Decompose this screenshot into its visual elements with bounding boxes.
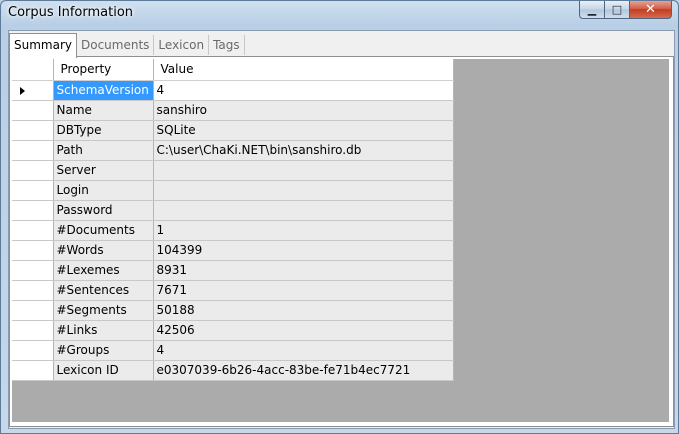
header-row: Property Value — [12, 59, 454, 81]
row-header[interactable] — [12, 300, 54, 321]
column-header-value[interactable]: Value — [153, 59, 454, 81]
row-header[interactable] — [12, 320, 54, 341]
table-row[interactable]: Lexicon ID e0307039-6b26-4acc-83be-fe71b4… — [12, 360, 454, 381]
row-header[interactable] — [12, 100, 54, 121]
grid-body: SchemaVersion 4 Name sanshiro DBType SQLite Pa… — [12, 80, 454, 381]
property-cell[interactable]: DBType — [53, 120, 154, 141]
table-row[interactable]: #Groups 4 — [12, 340, 454, 361]
property-cell[interactable]: SchemaVersion — [53, 80, 154, 101]
tab-lexicon[interactable]: Lexicon — [154, 35, 210, 55]
tab-documents[interactable]: Documents — [77, 35, 155, 55]
corner-header[interactable] — [12, 59, 54, 81]
property-cell[interactable]: #Lexemes — [53, 260, 154, 281]
row-header[interactable] — [12, 240, 54, 261]
property-cell[interactable]: Server — [53, 160, 154, 181]
property-cell[interactable]: #Words — [53, 240, 154, 261]
property-cell[interactable]: Path — [53, 140, 154, 161]
caption-buttons: ▁ □ ✕ — [579, 1, 672, 19]
row-header[interactable] — [12, 80, 54, 101]
client-area: Summary Documents Lexicon Tags Property … — [8, 30, 675, 429]
table-row[interactable]: DBType SQLite — [12, 120, 454, 141]
tab-tags[interactable]: Tags — [209, 35, 245, 55]
table-row[interactable]: #Segments 50188 — [12, 300, 454, 321]
row-header[interactable] — [12, 260, 54, 281]
property-cell[interactable]: #Documents — [53, 220, 154, 241]
value-cell[interactable] — [153, 180, 454, 201]
column-header-property[interactable]: Property — [53, 59, 154, 81]
property-table: Property Value SchemaVersion 4 Name sanshir… — [12, 59, 454, 381]
value-cell[interactable]: 1 — [153, 220, 454, 241]
value-cell[interactable]: 4 — [153, 340, 454, 361]
table-row[interactable]: #Links 42506 — [12, 320, 454, 341]
table-row[interactable]: Password — [12, 200, 454, 221]
value-cell[interactable]: e0307039-6b26-4acc-83be-fe71b4ec7721 — [153, 360, 454, 381]
property-cell[interactable]: Lexicon ID — [53, 360, 154, 381]
minimize-button[interactable]: ▁ — [579, 1, 604, 19]
value-cell[interactable]: SQLite — [153, 120, 454, 141]
table-row[interactable]: Name sanshiro — [12, 100, 454, 121]
tab-strip: Summary Documents Lexicon Tags — [9, 33, 245, 58]
value-cell[interactable]: sanshiro — [153, 100, 454, 121]
value-cell[interactable]: 104399 — [153, 240, 454, 261]
maximize-button[interactable]: □ — [604, 1, 629, 19]
property-cell[interactable]: #Segments — [53, 300, 154, 321]
value-cell[interactable]: 7671 — [153, 280, 454, 301]
row-header[interactable] — [12, 160, 54, 181]
value-cell[interactable] — [153, 160, 454, 181]
row-header[interactable] — [12, 340, 54, 361]
close-icon: ✕ — [645, 2, 656, 17]
table-row[interactable]: #Lexemes 8931 — [12, 260, 454, 281]
value-cell[interactable]: 8931 — [153, 260, 454, 281]
property-cell[interactable]: #Links — [53, 320, 154, 341]
tab-summary[interactable]: Summary — [9, 33, 77, 58]
row-header[interactable] — [12, 120, 54, 141]
window-title: Corpus Information — [8, 5, 134, 20]
table-row[interactable]: SchemaVersion 4 — [12, 80, 454, 101]
property-cell[interactable]: #Sentences — [53, 280, 154, 301]
value-cell[interactable]: C:\user\ChaKi.NET\bin\sanshiro.db — [153, 140, 454, 161]
table-row[interactable]: #Sentences 7671 — [12, 280, 454, 301]
table-row[interactable]: #Documents 1 — [12, 220, 454, 241]
property-cell[interactable]: Name — [53, 100, 154, 121]
row-header[interactable] — [12, 200, 54, 221]
title-bar[interactable]: Corpus Information ▁ □ ✕ — [1, 1, 678, 25]
row-header[interactable] — [12, 180, 54, 201]
summary-tab-page: Property Value SchemaVersion 4 Name sanshir… — [9, 56, 674, 427]
row-header[interactable] — [12, 360, 54, 381]
maximize-icon: □ — [611, 3, 623, 16]
corpus-information-window: Corpus Information ▁ □ ✕ Summary Documen… — [0, 0, 679, 434]
close-button[interactable]: ✕ — [629, 1, 672, 19]
property-cell[interactable]: #Groups — [53, 340, 154, 361]
property-grid[interactable]: Property Value SchemaVersion 4 Name sanshir… — [12, 59, 669, 422]
minimize-icon: ▁ — [587, 3, 597, 16]
table-row[interactable]: Path C:\user\ChaKi.NET\bin\sanshiro.db — [12, 140, 454, 161]
table-row[interactable]: Server — [12, 160, 454, 181]
row-header[interactable] — [12, 280, 54, 301]
row-header[interactable] — [12, 220, 54, 241]
property-cell[interactable]: Password — [53, 200, 154, 221]
value-cell[interactable]: 50188 — [153, 300, 454, 321]
row-header[interactable] — [12, 140, 54, 161]
table-row[interactable]: Login — [12, 180, 454, 201]
current-row-arrow-icon — [20, 86, 25, 95]
table-row[interactable]: #Words 104399 — [12, 240, 454, 261]
value-cell[interactable]: 4 — [153, 80, 454, 101]
value-cell[interactable] — [153, 200, 454, 221]
property-cell[interactable]: Login — [53, 180, 154, 201]
value-cell[interactable]: 42506 — [153, 320, 454, 341]
